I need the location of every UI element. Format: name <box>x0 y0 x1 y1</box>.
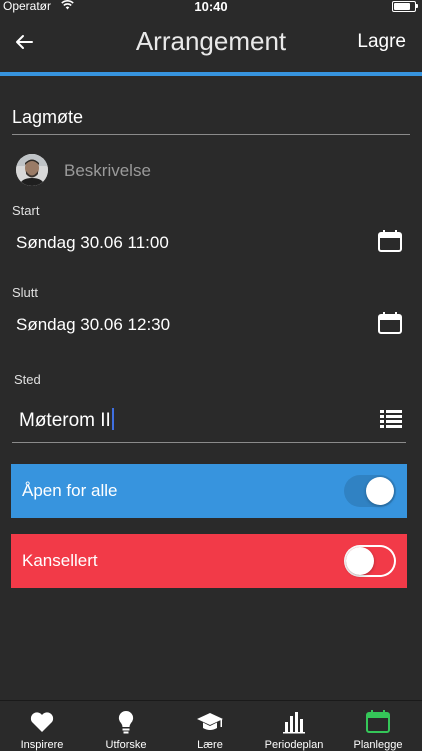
nav-bar: Arrangement Lagre <box>0 14 422 72</box>
open-for-all-row: Åpen for alle <box>11 464 407 518</box>
toggle-knob <box>346 547 374 575</box>
bar-chart-icon <box>283 712 305 734</box>
tab-label: Planlegge <box>353 739 403 751</box>
tab-label: Lære <box>197 739 223 751</box>
event-title-field <box>12 104 410 135</box>
calendar-icon <box>366 710 390 733</box>
graduation-cap-icon <box>197 713 223 730</box>
tab-periodeplan[interactable]: Periodeplan <box>252 701 336 751</box>
tab-planlegge[interactable]: Planlegge <box>336 701 420 751</box>
end-date-value: Søndag 30.06 12:30 <box>16 315 171 334</box>
accent-divider <box>0 72 422 76</box>
tab-bar: Inspirere Utforske Lære Periodeplan Plan… <box>0 700 422 751</box>
open-for-all-toggle[interactable] <box>344 475 396 507</box>
tab-utforske[interactable]: Utforske <box>84 701 168 751</box>
status-bar: Operatør 10:40 <box>0 0 422 14</box>
start-label: Start <box>12 203 40 218</box>
heart-icon <box>30 712 54 732</box>
list-icon[interactable] <box>380 410 402 428</box>
lightbulb-icon <box>118 710 134 734</box>
end-label: Slutt <box>12 285 39 300</box>
event-title-input[interactable] <box>12 104 410 130</box>
tab-label: Inspirere <box>20 739 64 751</box>
start-date-value: Søndag 30.06 11:00 <box>16 233 169 252</box>
text-cursor <box>111 408 114 430</box>
start-date-row[interactable]: Søndag 30.06 11:00 <box>0 228 422 260</box>
calendar-icon[interactable] <box>378 230 402 252</box>
avatar <box>16 154 48 186</box>
clock: 10:40 <box>194 0 228 14</box>
tab-laere[interactable]: Lære <box>168 701 252 751</box>
open-for-all-label: Åpen for alle <box>22 481 118 500</box>
place-text: Møterom II <box>19 410 111 431</box>
end-date-row[interactable]: Søndag 30.06 12:30 <box>0 310 422 342</box>
toggle-knob <box>366 477 394 505</box>
tab-label: Periodeplan <box>264 739 324 751</box>
place-value: Møterom II <box>19 408 114 432</box>
description-input[interactable] <box>64 161 394 181</box>
description-row <box>16 154 410 188</box>
battery-icon <box>392 1 418 12</box>
save-button[interactable]: Lagre <box>357 31 406 53</box>
calendar-icon[interactable] <box>378 312 402 334</box>
user-avatar-icon <box>16 154 48 186</box>
cancelled-label: Kansellert <box>22 551 98 570</box>
cancelled-toggle[interactable] <box>344 545 396 577</box>
place-field[interactable]: Møterom II <box>12 400 406 443</box>
tab-label: Utforske <box>105 739 147 751</box>
cancelled-row: Kansellert <box>11 534 407 588</box>
place-label: Sted <box>14 372 41 387</box>
tab-inspirere[interactable]: Inspirere <box>0 701 84 751</box>
